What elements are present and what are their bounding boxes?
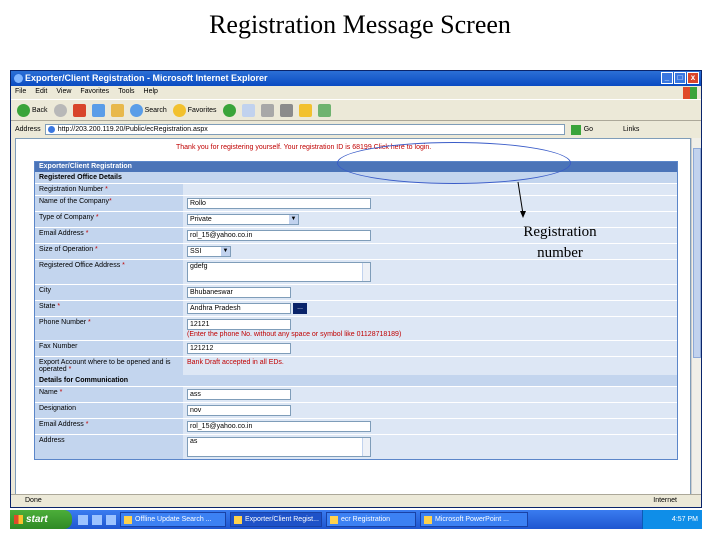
annotation-arrow — [517, 181, 526, 218]
annotation-line — [517, 181, 524, 215]
arrow-head-icon — [520, 211, 526, 218]
annotation-label: Registration number — [523, 224, 597, 261]
